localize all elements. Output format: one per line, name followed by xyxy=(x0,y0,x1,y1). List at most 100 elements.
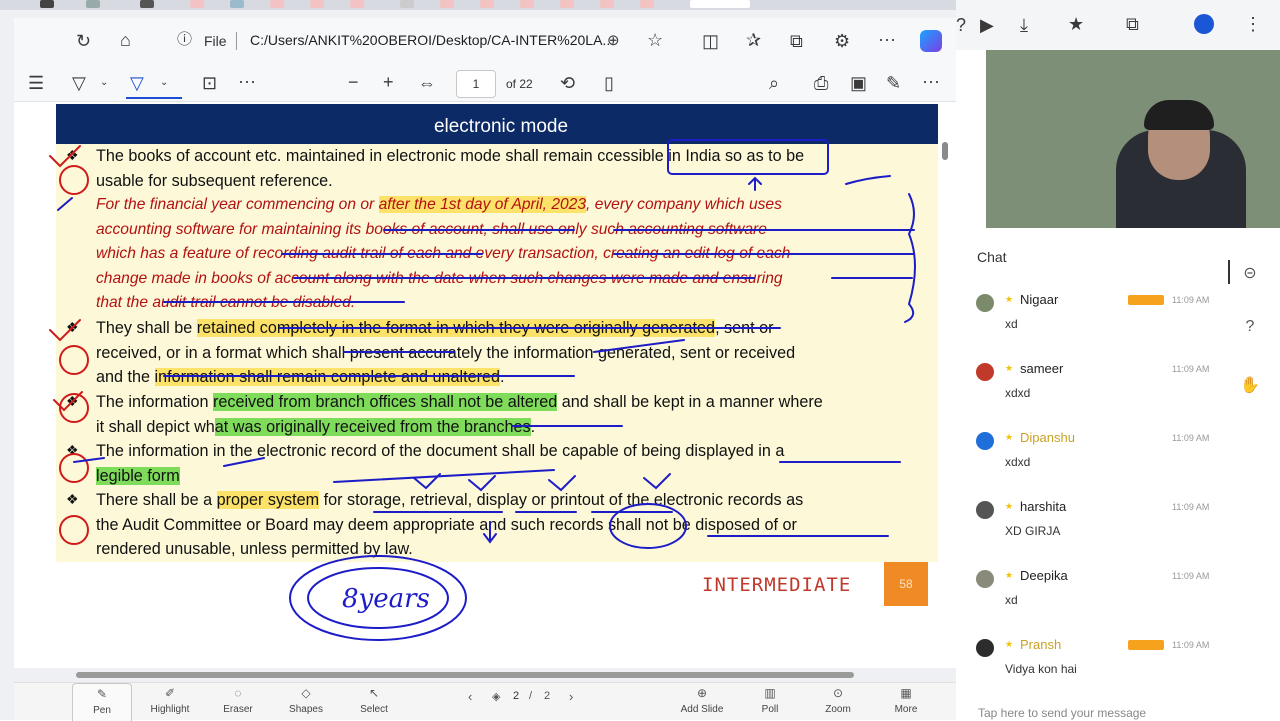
zoom-icon[interactable]: ⊕ xyxy=(607,33,620,48)
more-button[interactable]: ▦ More xyxy=(876,683,936,721)
more-icon[interactable]: ··· xyxy=(922,72,940,90)
avatar xyxy=(976,501,994,519)
extensions-icon[interactable]: ⧉ xyxy=(1126,15,1139,33)
rotate-icon[interactable]: ⟲ xyxy=(560,74,575,92)
ink-circle xyxy=(609,503,687,549)
chevron-down-icon[interactable]: ⌄ xyxy=(100,78,108,88)
poll-icon: ▥ xyxy=(764,686,776,700)
tool-label: Shapes xyxy=(289,704,323,715)
split-screen-icon[interactable]: ◫ xyxy=(702,32,719,50)
browser-toolbar-right: ? ▶ ⤓ ★ ⧉ ⋮ xyxy=(956,0,1280,50)
tab[interactable] xyxy=(440,0,454,8)
more-vertical-icon[interactable]: ⋮ xyxy=(1244,15,1262,33)
favorites-icon[interactable]: ✰ xyxy=(746,31,761,49)
eraser-tool[interactable]: ◌ Eraser xyxy=(208,683,268,721)
ink-underlines xyxy=(223,425,901,483)
raise-hand-icon[interactable]: ✋ xyxy=(1238,374,1262,398)
chat-input[interactable]: Tap here to send your message xyxy=(978,706,1146,720)
camera-icon[interactable]: ▶ xyxy=(980,16,994,34)
extensions-icon[interactable]: ⚙ xyxy=(834,32,850,50)
save-icon[interactable]: ▣ xyxy=(850,74,867,92)
shapes-tool[interactable]: ◇ Shapes xyxy=(276,683,336,721)
refresh-icon[interactable]: ↻ xyxy=(76,32,91,50)
grid-icon: ▦ xyxy=(900,686,912,700)
zoom-icon: ⊙ xyxy=(832,686,844,700)
download-icon[interactable]: ⤓ xyxy=(1020,16,1028,34)
tool-label: Zoom xyxy=(825,704,851,715)
chat-sender: sameer xyxy=(1020,361,1064,376)
tab[interactable] xyxy=(230,0,244,8)
vertical-scrollbar[interactable] xyxy=(940,108,950,664)
more-icon[interactable]: ··· xyxy=(878,30,896,48)
chat-text: xd xyxy=(1005,593,1018,607)
chat-title: Chat xyxy=(977,249,1007,265)
zoom-out-button[interactable]: − xyxy=(348,73,359,91)
star-icon: ★ xyxy=(1005,432,1014,442)
save-as-icon[interactable]: ✎ xyxy=(886,74,901,92)
draw-tool-icon[interactable]: ▽ xyxy=(130,74,144,92)
avatar xyxy=(976,294,994,312)
tab[interactable] xyxy=(400,0,414,8)
info-icon[interactable]: ⓘ xyxy=(177,32,192,47)
select-tool[interactable]: ↖ Select xyxy=(344,683,404,721)
star-icon[interactable]: ☆ xyxy=(647,31,663,49)
tab[interactable] xyxy=(270,0,284,8)
horizontal-scrollbar[interactable] xyxy=(20,668,940,682)
tab[interactable] xyxy=(520,0,534,8)
scroll-thumb[interactable] xyxy=(942,142,948,160)
next-page-icon[interactable]: › xyxy=(569,689,573,704)
eraser-icon: ◌ xyxy=(234,686,242,700)
tab[interactable] xyxy=(350,0,364,8)
tab[interactable] xyxy=(310,0,324,8)
url-field[interactable]: C:/Users/ANKIT%20OBEROI/Desktop/CA-INTER… xyxy=(250,32,614,48)
pdf-viewer[interactable]: electronic mode ❖ The books of account e… xyxy=(14,102,956,668)
layers-icon[interactable]: ◈ xyxy=(492,690,500,703)
tab[interactable] xyxy=(86,0,100,8)
zoom-button[interactable]: ⊙ Zoom xyxy=(808,683,868,721)
help-icon[interactable]: ? xyxy=(956,16,966,34)
star-icon: ★ xyxy=(1005,570,1014,580)
ink-underlines xyxy=(163,229,915,303)
tab[interactable] xyxy=(40,0,54,8)
profile-icon[interactable] xyxy=(1194,14,1214,34)
zoom-in-button[interactable]: + xyxy=(383,73,394,91)
page-view-icon[interactable]: ▯ xyxy=(604,74,614,92)
poll-button[interactable]: ▥ Poll xyxy=(740,683,800,721)
ink-annotations: 8years xyxy=(49,139,916,641)
question-icon[interactable]: ? xyxy=(1238,315,1262,339)
text-tool-icon[interactable]: ⊡ xyxy=(202,74,217,92)
tab[interactable] xyxy=(190,0,204,8)
highlight-tool-icon[interactable]: ▽ xyxy=(72,74,86,92)
divider xyxy=(1228,260,1230,284)
tab[interactable] xyxy=(640,0,654,8)
tab-strip[interactable] xyxy=(0,0,960,10)
tab[interactable] xyxy=(600,0,614,8)
tab[interactable] xyxy=(560,0,574,8)
home-icon[interactable]: ⌂ xyxy=(120,31,131,49)
chevron-down-icon[interactable]: ⌄ xyxy=(160,78,168,88)
chat-text: xdxd xyxy=(1005,386,1031,400)
more-tools-icon[interactable]: ··· xyxy=(238,72,256,90)
print-icon[interactable]: ⎙ xyxy=(814,74,828,92)
star-icon[interactable]: ★ xyxy=(1068,15,1084,33)
tab[interactable] xyxy=(140,0,154,8)
chat-time: 11:09 AM xyxy=(1172,364,1210,374)
collections-icon[interactable]: ⧉ xyxy=(790,32,803,50)
ink-mark xyxy=(845,175,891,185)
scroll-thumb[interactable] xyxy=(76,672,854,678)
add-slide-button[interactable]: ⊕ Add Slide xyxy=(672,683,732,721)
search-icon[interactable]: ⌕ xyxy=(769,74,779,92)
prev-page-icon[interactable]: ‹ xyxy=(468,689,472,704)
highlight-tool[interactable]: ✐ Highlight xyxy=(140,683,200,721)
tab[interactable] xyxy=(480,0,494,8)
tab-active[interactable] xyxy=(690,0,750,8)
avatar xyxy=(976,639,994,657)
copilot-icon[interactable] xyxy=(920,30,942,52)
fit-width-icon[interactable]: ⇔ xyxy=(418,74,436,92)
whiteboard-toolbar: ✎ Pen ✐ Highlight ◌ Eraser ◇ Shapes ↖ Select … xyxy=(14,682,956,721)
pen-tool[interactable]: ✎ Pen xyxy=(72,683,132,721)
page-number-input[interactable]: 1 xyxy=(456,70,496,98)
contents-icon[interactable]: ☰ xyxy=(28,74,44,92)
chat-toggle-icon[interactable]: ⊝ xyxy=(1238,262,1262,286)
add-icon: ⊕ xyxy=(696,686,708,700)
